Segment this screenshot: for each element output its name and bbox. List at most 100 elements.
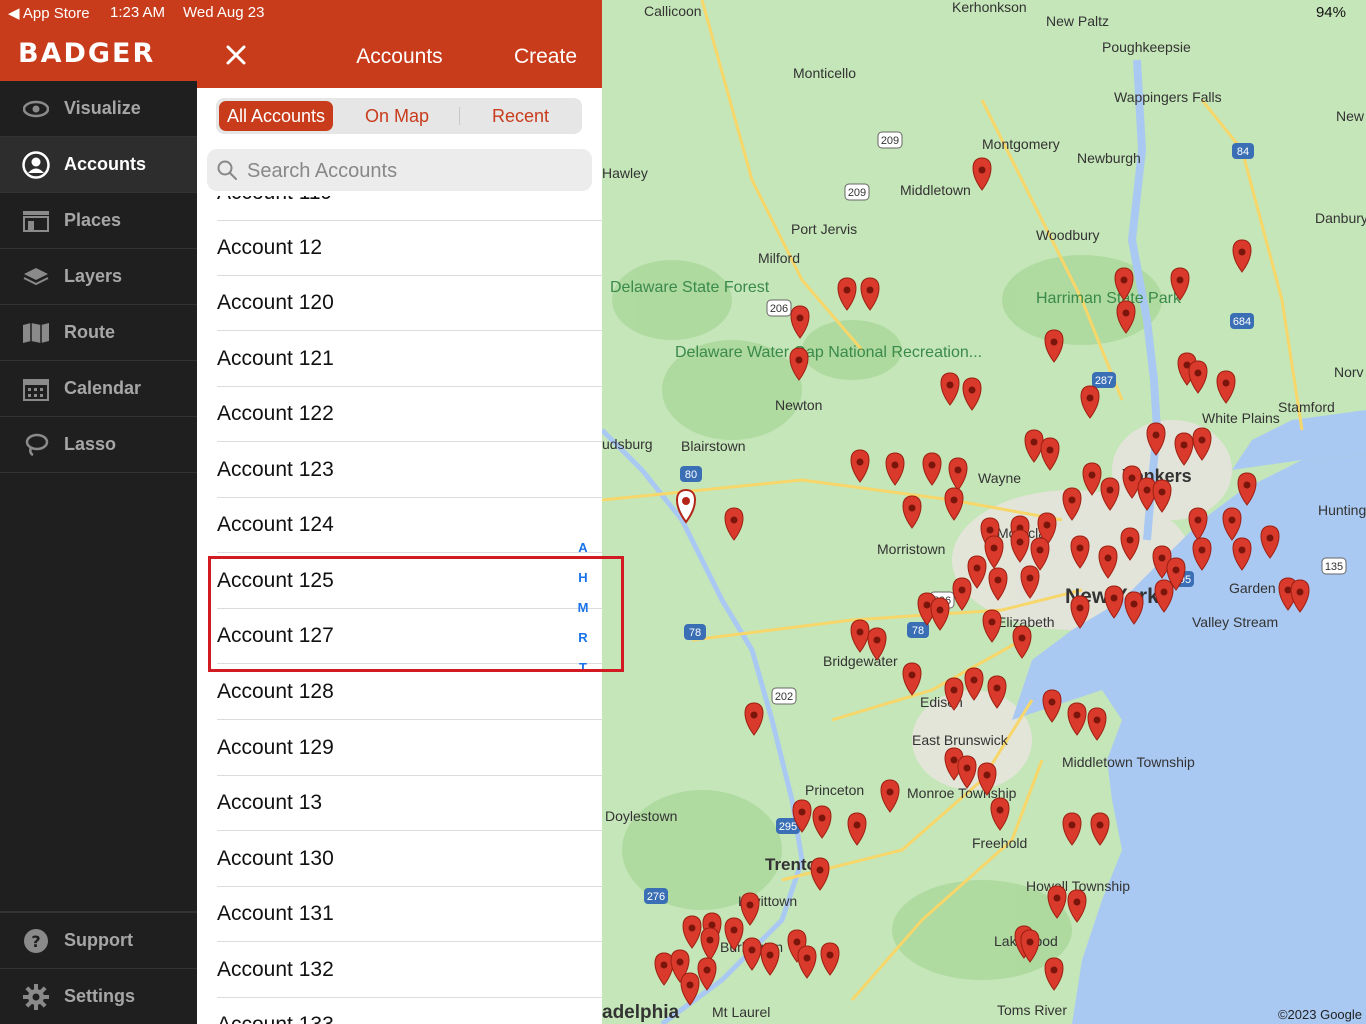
- account-pin-dot: [1053, 894, 1061, 902]
- map-label: Newburgh: [1077, 150, 1141, 166]
- tab-all-accounts[interactable]: All Accounts: [219, 101, 333, 131]
- account-pin-dot: [1160, 588, 1168, 596]
- map-label: Milford: [758, 250, 800, 266]
- account-pin-dot: [1106, 486, 1114, 494]
- account-pin-dot: [866, 286, 874, 294]
- tab-recent[interactable]: Recent: [463, 101, 578, 131]
- list-item[interactable]: Account 129: [197, 721, 602, 776]
- list-item[interactable]: Account 128: [197, 665, 602, 720]
- list-item[interactable]: Account 119: [197, 196, 602, 221]
- map-view[interactable]: Callicoon Kerhonkson New Paltz Poughkeep…: [602, 0, 1366, 1024]
- list-item[interactable]: Account 131: [197, 887, 602, 942]
- list-item[interactable]: Account 120: [197, 276, 602, 331]
- panel-header: Accounts Create: [197, 26, 602, 88]
- map-label: Newton: [775, 397, 822, 413]
- highway-shield: 202: [771, 687, 797, 705]
- sidebar-item-calendar[interactable]: Calendar: [0, 361, 197, 417]
- account-pin-dot: [1238, 248, 1246, 256]
- list-item[interactable]: Account 12: [197, 221, 602, 276]
- list-item[interactable]: Account 125: [197, 554, 602, 609]
- account-pin-dot: [950, 496, 958, 504]
- index-letter[interactable]: A: [577, 540, 589, 555]
- account-pin-dot: [1194, 369, 1202, 377]
- account-pin-dot: [793, 938, 801, 946]
- create-button[interactable]: Create: [514, 45, 577, 69]
- sidebar-item-places[interactable]: Places: [0, 193, 197, 249]
- account-pin-dot: [1104, 554, 1112, 562]
- highway-shield: 684: [1230, 313, 1254, 329]
- account-pin-dot: [1050, 338, 1058, 346]
- map-status-right: 94%: [1316, 4, 1346, 21]
- account-pin-dot: [886, 788, 894, 796]
- map-canvas: Callicoon Kerhonkson New Paltz Poughkeep…: [602, 0, 1366, 1024]
- sidebar-item-label: Layers: [64, 266, 123, 286]
- list-item[interactable]: Account 122: [197, 387, 602, 442]
- account-pin-dot: [891, 461, 899, 469]
- account-pin-dot: [1128, 474, 1136, 482]
- account-pin-dot: [795, 356, 803, 364]
- account-pin-dot: [968, 386, 976, 394]
- account-pin-dot: [983, 771, 991, 779]
- map-label: Huntingt: [1318, 502, 1366, 518]
- account-pin-dot: [1266, 534, 1274, 542]
- sidebar-item-support[interactable]: ? Support: [0, 912, 197, 968]
- map-icon: [22, 321, 50, 345]
- index-letter[interactable]: T: [577, 660, 589, 675]
- account-pin-dot: [1296, 588, 1304, 596]
- highway-shield: 80: [680, 466, 702, 482]
- sidebar-item-settings[interactable]: Settings: [0, 968, 197, 1024]
- list-item[interactable]: Account 13: [197, 776, 602, 831]
- account-pin-dot: [1030, 438, 1038, 446]
- account-pin-dot: [1076, 544, 1084, 552]
- list-item[interactable]: Account 133: [197, 998, 602, 1024]
- svg-text:209: 209: [848, 187, 866, 199]
- sidebar-item-label: Route: [64, 322, 115, 342]
- map-label: Kerhonkson: [952, 0, 1027, 15]
- accounts-panel: Accounts Create All Accounts On Map Rece…: [197, 26, 602, 1024]
- sidebar-item-route[interactable]: Route: [0, 305, 197, 361]
- index-letter[interactable]: R: [577, 630, 589, 645]
- list-item[interactable]: Account 132: [197, 943, 602, 998]
- account-pin-dot: [843, 286, 851, 294]
- sidebar-item-accounts[interactable]: Accounts: [0, 137, 197, 193]
- account-pin-dot: [990, 544, 998, 552]
- account-pin-dot: [1068, 496, 1076, 504]
- account-pin-dot: [706, 936, 714, 944]
- account-pin-dot: [994, 576, 1002, 584]
- account-filter-tabs: All Accounts On Map Recent: [216, 98, 582, 134]
- highway-shield: 135: [1321, 557, 1347, 575]
- list-item[interactable]: Account 127: [197, 609, 602, 664]
- account-pin-dot: [1222, 379, 1230, 387]
- account-pin-dot: [856, 628, 864, 636]
- account-pin-dot: [1026, 938, 1034, 946]
- map-label: Toms River: [997, 1002, 1067, 1018]
- account-pin-dot: [936, 606, 944, 614]
- map-label: Montgomery: [982, 136, 1060, 152]
- list-item[interactable]: Account 123: [197, 443, 602, 498]
- account-pin-dot: [993, 684, 1001, 692]
- account-pin-dot: [703, 966, 711, 974]
- account-pin-dot: [748, 946, 756, 954]
- back-to-app-store[interactable]: ◀ App Store: [8, 4, 90, 22]
- highway-shield: 78: [684, 624, 706, 640]
- list-item[interactable]: Account 121: [197, 332, 602, 387]
- sidebar-item-lasso[interactable]: Lasso: [0, 417, 197, 473]
- sidebar-item-layers[interactable]: Layers: [0, 249, 197, 305]
- list-item[interactable]: Account 124: [197, 498, 602, 553]
- account-pin-dot: [988, 618, 996, 626]
- index-letter[interactable]: H: [577, 570, 589, 585]
- tab-on-map[interactable]: On Map: [338, 101, 456, 131]
- account-pin-dot: [1243, 481, 1251, 489]
- sidebar-item-visualize[interactable]: Visualize: [0, 81, 197, 137]
- index-letter[interactable]: M: [577, 600, 589, 615]
- account-pin-dot: [958, 586, 966, 594]
- lasso-icon: [22, 433, 50, 457]
- account-pin-dot: [1122, 309, 1130, 317]
- list-item[interactable]: Account 130: [197, 832, 602, 887]
- account-pin-dot: [1126, 536, 1134, 544]
- account-pin-dot: [963, 764, 971, 772]
- map-label: Bridgewater: [823, 653, 898, 669]
- search-input[interactable]: [245, 149, 579, 193]
- svg-text:276: 276: [647, 891, 665, 903]
- highway-shield: 84: [1232, 143, 1254, 159]
